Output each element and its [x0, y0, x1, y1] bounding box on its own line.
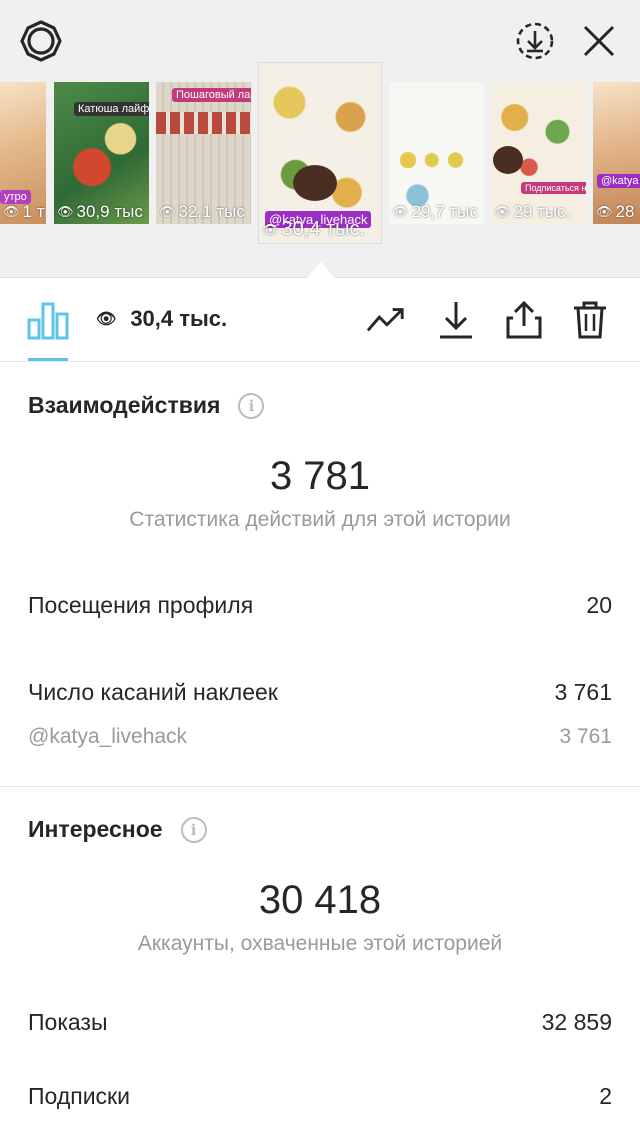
download-circle-icon — [516, 22, 554, 60]
views-count: 👁 30,4 тыс. — [96, 306, 227, 332]
follows-row: Подписки 2 — [28, 1083, 612, 1110]
row-label: Посещения профиля — [28, 592, 254, 618]
finger-shape — [293, 165, 337, 201]
impressions-row: Показы 32 859 — [28, 1009, 612, 1036]
story-thumbnail[interactable]: Катюша лайфхак 👁30,9 тыс — [54, 82, 149, 224]
thumbnail-views: 👁 30,4 тыс. — [262, 218, 366, 240]
active-tab-indicator — [28, 358, 68, 361]
story-thumbnail[interactable]: 👁 29,7 тыс — [389, 82, 484, 224]
finger-shape — [493, 146, 523, 174]
trash-icon[interactable] — [570, 300, 610, 340]
info-icon[interactable]: i — [238, 392, 265, 419]
thumbnail-views: 👁 29,7 тыс — [392, 202, 478, 221]
thumbnail-tag: Подписаться на этот лайфхак — [521, 182, 586, 194]
sticker-taps-row: Число касаний наклеек 3 761 — [28, 679, 612, 706]
eye-icon: 👁 — [159, 204, 176, 219]
story-thumbnail-strip: утро 👁1 тыс Катюша лайфхак 👁30,9 тыс Пош… — [0, 0, 640, 278]
thumbnail-views: 👁 29 тыс. — [494, 202, 571, 221]
story-thumbnail[interactable]: @katya 👁 28 — [593, 82, 640, 224]
eye-icon: 👁 — [262, 221, 279, 237]
eye-icon: 👁 — [96, 311, 117, 328]
story-thumbnail[interactable]: Подписаться на этот лайфхак 👁29 тыс. — [491, 82, 586, 224]
eye-icon: 👁 — [57, 204, 74, 219]
eye-icon: 👁 — [494, 204, 511, 219]
row-label: Показы — [28, 1009, 108, 1035]
share-icon[interactable] — [504, 300, 544, 340]
views-count-label: 30,4 тыс. — [130, 306, 228, 331]
profile-visits-row: Посещения профиля 20 — [28, 592, 612, 619]
row-value: 2 — [599, 1083, 612, 1109]
eye-icon: 👁 — [596, 204, 613, 219]
bar-chart-icon[interactable] — [26, 300, 70, 340]
gear-icon — [20, 20, 62, 62]
thumbnail-views: 👁 30,9 тыс — [57, 202, 143, 221]
settings-icon[interactable] — [18, 18, 64, 64]
thumbnail-views: 👁1 тыс — [3, 202, 46, 221]
discovery-caption: Аккаунты, охваченные этой историей — [137, 932, 503, 955]
trending-icon[interactable] — [366, 300, 406, 340]
discovery-total: 30 418 — [258, 878, 382, 922]
interactions-title-label: Взаимодействия — [28, 392, 221, 418]
story-thumbnail[interactable]: утро 👁1 тыс — [0, 82, 46, 224]
story-thumbnail[interactable]: Пошаговый лайфхак 👁32,1 тыс — [156, 82, 251, 224]
selected-story-caret — [307, 262, 335, 278]
discovery-title-label: Интересное — [28, 816, 163, 842]
section-divider — [0, 786, 640, 787]
row-label: Подписки — [28, 1083, 130, 1109]
thumbnail-band — [156, 112, 251, 134]
story-thumbnail-selected[interactable]: @katya_livehack 👁 30,4 тыс. — [258, 62, 382, 244]
download-icon[interactable] — [436, 300, 476, 340]
thumbnail-tag: Пошаговый лайфхак — [172, 88, 251, 102]
thumbnail-tag: @katya — [597, 174, 640, 188]
row-value: 3 761 — [554, 679, 612, 705]
thumbnail-views: 👁 28 — [596, 202, 635, 221]
interactions-caption: Статистика действий для этой истории — [129, 508, 511, 531]
row-value: 20 — [586, 592, 612, 618]
row-label: Число касаний наклеек — [28, 679, 278, 705]
save-story-icon[interactable] — [512, 18, 558, 64]
thumbnail-views: 👁 32,1 тыс — [159, 202, 245, 221]
row-value: 32 859 — [541, 1009, 612, 1035]
interactions-total: 3 781 — [269, 454, 371, 498]
insights-toolbar: 👁 30,4 тыс. — [0, 278, 640, 362]
eye-icon: 👁 — [3, 204, 20, 219]
row-value: 3 761 — [559, 725, 612, 748]
interactions-title: Взаимодействия i — [28, 392, 265, 419]
sticker-mention-row[interactable]: @katya_livehack 3 761 — [28, 725, 612, 749]
close-icon[interactable] — [576, 18, 622, 64]
discovery-title: Интересное i — [28, 816, 207, 843]
x-icon — [583, 25, 615, 57]
thumbnail-tag: Катюша лайфхак — [74, 102, 149, 116]
info-icon[interactable]: i — [180, 816, 207, 843]
row-label: @katya_livehack — [28, 725, 188, 748]
eye-icon: 👁 — [392, 204, 409, 219]
